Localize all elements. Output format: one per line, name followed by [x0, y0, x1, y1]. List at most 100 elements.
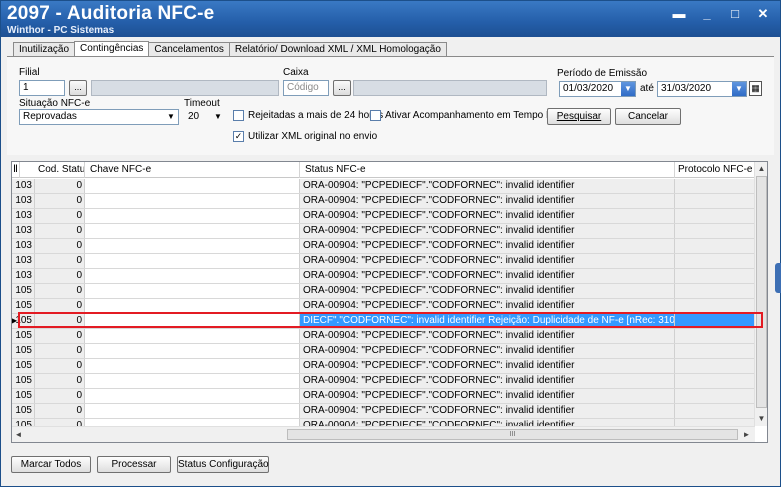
column-header-protocolo[interactable]: Protocolo NFC-e: [675, 162, 755, 178]
cell-status[interactable]: ORA-00904: "PCPEDIECF"."CODFORNEC": inva…: [300, 224, 675, 238]
status-configuracao-button[interactable]: Status Configuração: [177, 456, 269, 473]
cell-protocolo[interactable]: [675, 284, 755, 298]
cell-status[interactable]: ORA-00904: "PCPEDIECF"."CODFORNEC": inva…: [300, 254, 675, 268]
cell-cod-status[interactable]: 0: [35, 419, 85, 426]
cell-id[interactable]: 105: [12, 374, 35, 388]
cell-protocolo[interactable]: [675, 404, 755, 418]
cell-id[interactable]: 103: [12, 194, 35, 208]
cell-cod-status[interactable]: 0: [35, 269, 85, 283]
cell-id[interactable]: 103: [12, 224, 35, 238]
cell-cod-status[interactable]: 0: [35, 224, 85, 238]
cell-chave[interactable]: [85, 239, 300, 253]
checkbox-box[interactable]: [370, 110, 381, 121]
cell-protocolo[interactable]: [675, 329, 755, 343]
cell-status[interactable]: ORA-00904: "PCPEDIECF"."CODFORNEC": inva…: [300, 329, 675, 343]
chevron-down-icon[interactable]: ▼: [211, 110, 225, 124]
cell-protocolo[interactable]: [675, 269, 755, 283]
chevron-down-icon[interactable]: ▼: [164, 110, 178, 124]
minimize-button[interactable]: _: [700, 7, 714, 21]
date-from-picker[interactable]: 01/03/2020 ▼: [559, 81, 636, 97]
situacao-select[interactable]: Reprovadas ▼: [19, 109, 179, 125]
vertical-scrollbar[interactable]: ▲ ▼: [754, 162, 767, 426]
cell-id[interactable]: 103: [12, 209, 35, 223]
restore-icon[interactable]: ▬: [672, 7, 686, 21]
rejeitadas-checkbox[interactable]: Rejeitadas a mais de 24 horas: [233, 110, 383, 121]
table-row[interactable]: 103 0 ORA-00904: "PCPEDIECF"."CODFORNEC": …: [12, 239, 755, 254]
cell-protocolo[interactable]: [675, 389, 755, 403]
cell-protocolo[interactable]: [675, 239, 755, 253]
cell-chave[interactable]: [85, 194, 300, 208]
cell-protocolo[interactable]: [675, 299, 755, 313]
tab-contingencias[interactable]: Contingências: [74, 41, 150, 56]
cell-id[interactable]: 105: [12, 344, 35, 358]
cell-chave[interactable]: [85, 269, 300, 283]
cell-chave[interactable]: [85, 344, 300, 358]
cell-chave[interactable]: [85, 419, 300, 426]
cell-id[interactable]: 105: [12, 389, 35, 403]
cell-status[interactable]: ORA-00904: "PCPEDIECF"."CODFORNEC": inva…: [300, 374, 675, 388]
cell-chave[interactable]: [85, 224, 300, 238]
tab-inutilizacao[interactable]: Inutilização: [13, 42, 76, 56]
side-panel-tab[interactable]: [775, 263, 781, 293]
check-icon[interactable]: ✓: [233, 131, 244, 142]
filial-input[interactable]: 1: [19, 80, 65, 96]
cell-cod-status[interactable]: 0: [35, 359, 85, 373]
cell-status[interactable]: ORA-00904: "PCPEDIECF"."CODFORNEC": inva…: [300, 344, 675, 358]
cell-chave[interactable]: [85, 179, 300, 193]
date-to-picker[interactable]: 31/03/2020 ▼: [657, 81, 747, 97]
filial-lookup-button[interactable]: ...: [69, 80, 87, 96]
pesquisar-button[interactable]: Pesquisar: [547, 108, 611, 125]
table-row[interactable]: 105 0 ORA-00904: "PCPEDIECF"."CODFORNEC": …: [12, 374, 755, 389]
cell-protocolo[interactable]: [675, 314, 755, 328]
cell-status[interactable]: ORA-00904: "PCPEDIECF"."CODFORNEC": inva…: [300, 209, 675, 223]
cell-id[interactable]: 105: [12, 419, 35, 426]
maximize-button[interactable]: □: [728, 7, 742, 21]
cell-cod-status[interactable]: 0: [35, 329, 85, 343]
tab-cancelamentos[interactable]: Cancelamentos: [148, 42, 230, 56]
cell-cod-status[interactable]: 0: [35, 209, 85, 223]
cell-chave[interactable]: [85, 209, 300, 223]
cancelar-button[interactable]: Cancelar: [615, 108, 681, 125]
cell-id[interactable]: 105: [12, 284, 35, 298]
scroll-right-icon[interactable]: ►: [740, 428, 753, 441]
column-header-status[interactable]: Status NFC-e: [300, 162, 675, 178]
cell-cod-status[interactable]: 0: [35, 314, 85, 328]
cell-chave[interactable]: [85, 314, 300, 328]
cell-id[interactable]: 105: [12, 404, 35, 418]
table-row[interactable]: 105 0 ORA-00904: "PCPEDIECF"."CODFORNEC": …: [12, 344, 755, 359]
cell-protocolo[interactable]: [675, 374, 755, 388]
cell-protocolo[interactable]: [675, 254, 755, 268]
cell-chave[interactable]: [85, 299, 300, 313]
table-row[interactable]: 105 0 DIECF"."CODFORNEC": invalid identifi…: [12, 314, 755, 329]
cell-chave[interactable]: [85, 284, 300, 298]
table-row[interactable]: 103 0 ORA-00904: "PCPEDIECF"."CODFORNEC": …: [12, 269, 755, 284]
cell-status[interactable]: ORA-00904: "PCPEDIECF"."CODFORNEC": inva…: [300, 194, 675, 208]
cell-chave[interactable]: [85, 374, 300, 388]
table-row[interactable]: 103 0 ORA-00904: "PCPEDIECF"."CODFORNEC": …: [12, 209, 755, 224]
cell-protocolo[interactable]: [675, 344, 755, 358]
cell-chave[interactable]: [85, 329, 300, 343]
cell-id[interactable]: 105: [12, 359, 35, 373]
cell-cod-status[interactable]: 0: [35, 404, 85, 418]
checkbox-box[interactable]: [233, 110, 244, 121]
cell-cod-status[interactable]: 0: [35, 344, 85, 358]
cell-status[interactable]: ORA-00904: "PCPEDIECF"."CODFORNEC": inva…: [300, 389, 675, 403]
chevron-down-icon[interactable]: ▼: [621, 82, 635, 96]
cell-status[interactable]: ORA-00904: "PCPEDIECF"."CODFORNEC": inva…: [300, 404, 675, 418]
cell-chave[interactable]: [85, 389, 300, 403]
cell-cod-status[interactable]: 0: [35, 389, 85, 403]
cell-status[interactable]: ORA-00904: "PCPEDIECF"."CODFORNEC": inva…: [300, 269, 675, 283]
cell-id[interactable]: 103: [12, 254, 35, 268]
table-row[interactable]: 105 0 ORA-00904: "PCPEDIECF"."CODFORNEC": …: [12, 359, 755, 374]
cell-cod-status[interactable]: 0: [35, 239, 85, 253]
cell-status[interactable]: DIECF"."CODFORNEC": invalid identifier R…: [300, 314, 675, 328]
horizontal-scroll-thumb[interactable]: III: [287, 429, 738, 440]
cell-status[interactable]: ORA-00904: "PCPEDIECF"."CODFORNEC": inva…: [300, 284, 675, 298]
cell-protocolo[interactable]: [675, 179, 755, 193]
table-row[interactable]: 103 0 ORA-00904: "PCPEDIECF"."CODFORNEC": …: [12, 194, 755, 209]
cell-protocolo[interactable]: [675, 224, 755, 238]
chevron-down-icon[interactable]: ▼: [732, 82, 746, 96]
table-row[interactable]: 105 0 ORA-00904: "PCPEDIECF"."CODFORNEC": …: [12, 404, 755, 419]
cell-protocolo[interactable]: [675, 359, 755, 373]
caixa-input[interactable]: Código: [283, 80, 329, 96]
